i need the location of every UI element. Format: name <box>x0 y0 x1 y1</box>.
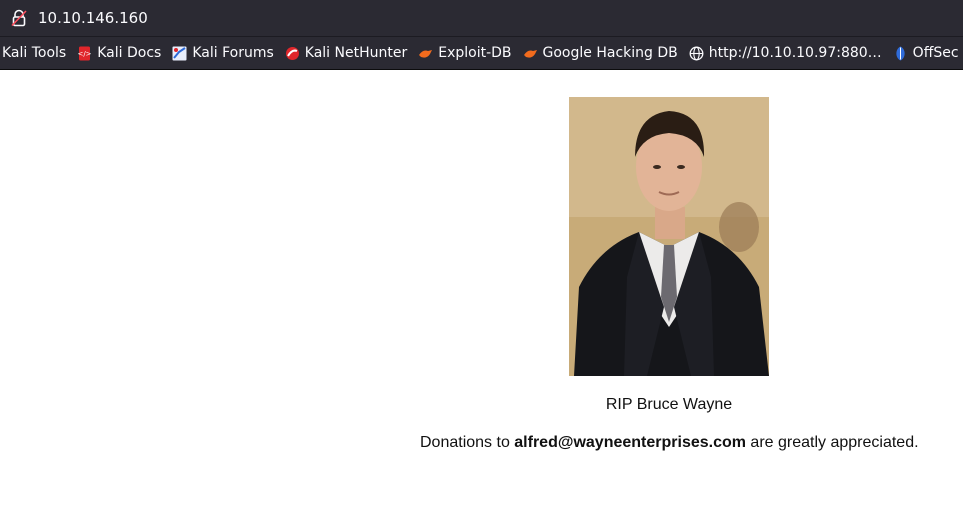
insecure-lock-icon[interactable] <box>11 9 27 27</box>
kali-nethunter-icon <box>285 46 299 60</box>
portrait-photo <box>569 97 769 376</box>
bookmark-http-link[interactable]: http://10.10.10.97:880… <box>689 40 882 66</box>
bookmark-label: Kali NetHunter <box>304 45 408 61</box>
memorial-caption: RIP Bruce Wayne <box>605 396 733 413</box>
donation-suffix: are greatly appreciated. <box>745 434 919 451</box>
donation-prefix: Donations to <box>420 434 515 451</box>
bookmarks-toolbar: Kali Tools </> Kali Docs Kali Forums Kal… <box>0 37 963 70</box>
address-bar[interactable]: 10.10.146.160 <box>0 0 963 37</box>
bookmark-kali-forums[interactable]: Kali Forums <box>172 40 274 66</box>
bookmark-label: http://10.10.10.97:880… <box>708 45 882 61</box>
bookmark-offsec[interactable]: OffSec <box>893 40 959 66</box>
url-text[interactable]: 10.10.146.160 <box>38 9 148 27</box>
kali-forums-icon <box>172 46 187 60</box>
bookmark-kali-tools[interactable]: Kali Tools <box>2 40 66 66</box>
svg-text:</>: </> <box>78 50 92 58</box>
exploit-db-icon <box>523 49 537 58</box>
bookmark-kali-nethunter[interactable]: Kali NetHunter <box>285 40 407 66</box>
exploit-db-icon <box>419 49 433 58</box>
bookmark-label: Kali Docs <box>97 45 162 61</box>
globe-icon <box>689 46 704 60</box>
bookmark-label: Google Hacking DB <box>542 45 678 61</box>
bookmark-kali-docs[interactable]: </> Kali Docs <box>77 40 162 66</box>
donation-note: Donations to alfred@wayneenterprises.com… <box>420 434 919 452</box>
donation-email: alfred@wayneenterprises.com <box>514 434 746 451</box>
page-content: RIP Bruce Wayne Donations to alfred@wayn… <box>0 70 963 507</box>
bookmark-exploit-db[interactable]: Exploit-DB <box>418 40 512 66</box>
bookmark-label: Exploit-DB <box>438 45 512 61</box>
bookmark-label: Kali Forums <box>192 45 274 61</box>
portrait-illustration <box>569 97 769 376</box>
bookmark-google-hacking-db[interactable]: Google Hacking DB <box>523 40 678 66</box>
bookmark-label: OffSec <box>912 45 959 61</box>
offsec-icon <box>896 46 905 60</box>
bookmark-label: Kali Tools <box>2 45 67 61</box>
kali-docs-icon: </> <box>78 46 92 60</box>
